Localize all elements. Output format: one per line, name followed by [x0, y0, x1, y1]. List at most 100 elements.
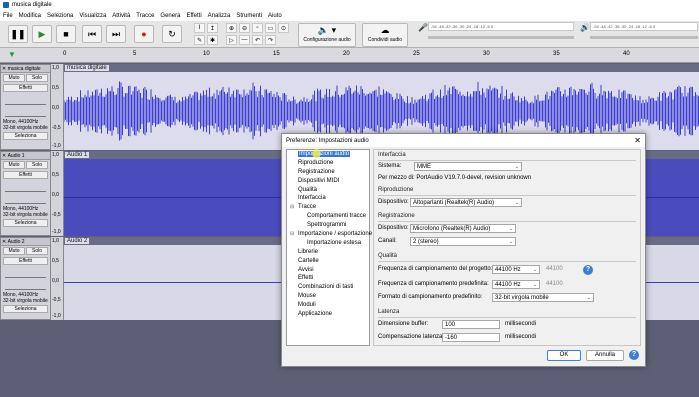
tree-item-quality[interactable]: Qualità: [298, 187, 317, 193]
tree-item-interface[interactable]: Interfaccia: [298, 195, 326, 201]
tree-item-import-export[interactable]: Importazione / esportazione: [298, 231, 372, 237]
ok-button[interactable]: OK: [547, 350, 581, 361]
skip-end-button[interactable]: ⏭: [106, 25, 126, 43]
stop-button[interactable]: ■: [56, 25, 76, 43]
tree-item-track-behaviors[interactable]: Comportamenti tracce: [307, 213, 366, 219]
effects-button[interactable]: Effetti: [3, 84, 48, 92]
playback-meter[interactable]: -54 -48 -42 -36 -30 -24 -18 -12 -6 0: [590, 22, 698, 31]
effects-button[interactable]: Effetti: [3, 171, 48, 179]
dialog-title-bar[interactable]: Preferenze: Impostazioni audio ✕: [282, 134, 645, 147]
buffer-input[interactable]: 100: [442, 320, 500, 329]
menu-help[interactable]: Aiuto: [268, 13, 282, 19]
solo-button[interactable]: Solo: [26, 247, 48, 255]
gain-slider[interactable]: [5, 182, 46, 192]
multi-tool-button[interactable]: ✱: [207, 35, 218, 45]
pan-slider[interactable]: [5, 194, 46, 204]
timeline-ruler[interactable]: ▼ 0 5 10 15 20 25 30 35 40: [0, 48, 699, 63]
envelope-tool-button[interactable]: ↥: [207, 23, 218, 33]
menu-effects[interactable]: Effetti: [186, 13, 201, 19]
track-header[interactable]: ✕ musica digitale: [1, 65, 50, 73]
undo-button[interactable]: ↶: [252, 35, 263, 45]
help-icon[interactable]: ?: [583, 265, 593, 275]
channels-select[interactable]: 2 (stereo) ⌄: [410, 237, 516, 246]
zoom-toggle-button[interactable]: ⊙: [278, 23, 289, 33]
collapse-icon[interactable]: ⊟: [290, 231, 294, 237]
record-button[interactable]: ●: [134, 25, 154, 43]
menu-edit[interactable]: Modifica: [19, 13, 41, 19]
redo-button[interactable]: ↷: [265, 35, 276, 45]
trim-button[interactable]: ▷: [226, 35, 237, 45]
clip-name[interactable]: Audio 2: [65, 238, 90, 244]
zoom-out-button[interactable]: ⊖: [239, 23, 250, 33]
select-button[interactable]: Seleziona: [3, 219, 48, 227]
pan-slider[interactable]: [5, 107, 46, 117]
playback-volume-slider[interactable]: [590, 36, 698, 39]
audio-setup-button[interactable]: 🔈 ▾ Configurazione audio: [298, 23, 356, 47]
cancel-button[interactable]: Annulla: [586, 350, 624, 361]
skip-start-button[interactable]: ⏮: [82, 25, 102, 43]
fit-selection-button[interactable]: ▫: [252, 23, 263, 33]
help-icon[interactable]: ?: [629, 350, 639, 360]
tree-item-midi-devices[interactable]: Dispositivi MIDI: [298, 178, 339, 184]
menu-file[interactable]: File: [3, 13, 13, 19]
draw-tool-button[interactable]: ✎: [194, 35, 205, 45]
menu-select[interactable]: Seleziona: [47, 13, 73, 19]
record-volume-slider[interactable]: [428, 36, 574, 39]
section-quality: Qualità: [378, 253, 398, 259]
tree-item-warnings[interactable]: Avvisi: [298, 267, 314, 273]
menu-view[interactable]: Visualizza: [79, 13, 106, 19]
mute-button[interactable]: Muto: [3, 74, 25, 82]
latency-comp-input[interactable]: -160: [442, 333, 500, 342]
tree-item-spectrograms[interactable]: Spettrogrammi: [307, 222, 346, 228]
solo-button[interactable]: Solo: [26, 161, 48, 169]
zoom-in-button[interactable]: ⊕: [226, 23, 237, 33]
tree-item-extended-import[interactable]: Importazione estesa: [307, 240, 361, 246]
tree-item-effects[interactable]: Effetti: [298, 275, 313, 281]
track-header[interactable]: ✕ Audio 1: [1, 152, 50, 160]
gain-slider[interactable]: [5, 95, 46, 105]
tree-item-directories[interactable]: Cartelle: [298, 258, 319, 264]
pan-slider[interactable]: [5, 280, 46, 290]
close-icon[interactable]: ✕: [634, 136, 641, 145]
recording-device-select[interactable]: Microfono (Realtek(R) Audio) ⌄: [410, 224, 516, 233]
preferences-tree[interactable]: Impostazioni audio Riproduzione Registra…: [286, 149, 372, 346]
mute-button[interactable]: Muto: [3, 247, 25, 255]
tree-item-mouse[interactable]: Mouse: [298, 293, 316, 299]
fit-project-button[interactable]: ▭: [265, 23, 276, 33]
menu-tracks[interactable]: Tracce: [136, 13, 154, 19]
clip-name[interactable]: musica digitale: [65, 65, 109, 71]
tree-item-libraries[interactable]: Librerie: [298, 249, 318, 255]
menu-analyze[interactable]: Analizza: [208, 13, 231, 19]
play-button[interactable]: ▶: [32, 25, 52, 43]
menu-tools[interactable]: Strumenti: [236, 13, 262, 19]
sample-format-select[interactable]: 32-bit virgola mobile ⌄: [492, 293, 594, 302]
record-meter[interactable]: -54 -48 -42 -36 -30 -24 -18 -12 -6 0: [428, 22, 574, 31]
host-select[interactable]: MME ⌄: [414, 162, 522, 171]
tree-item-keyboard[interactable]: Combinazioni di tasti: [298, 284, 353, 290]
silence-button[interactable]: —: [239, 35, 250, 45]
menu-generate[interactable]: Genera: [160, 13, 180, 19]
playback-device-select[interactable]: Altoparlanti (Realtek(R) Audio) ⌄: [410, 198, 522, 207]
collapse-icon[interactable]: ⊟: [290, 204, 294, 210]
default-rate-select[interactable]: 44100 Hz ⌄: [492, 280, 540, 289]
tree-item-application[interactable]: Applicazione: [298, 311, 332, 317]
tree-item-audio-settings[interactable]: Impostazioni audio: [298, 151, 351, 157]
track-header[interactable]: ✕ Audio 2: [1, 238, 50, 246]
tree-item-tracks[interactable]: Tracce: [298, 204, 316, 210]
gain-slider[interactable]: [5, 268, 46, 278]
mute-button[interactable]: Muto: [3, 161, 25, 169]
effects-button[interactable]: Effetti: [3, 257, 48, 265]
tree-item-playback[interactable]: Riproduzione: [298, 160, 333, 166]
clip-name[interactable]: Audio 1: [65, 152, 90, 158]
pause-button[interactable]: ❚❚: [8, 25, 28, 43]
solo-button[interactable]: Solo: [26, 74, 48, 82]
project-rate-select[interactable]: 44100 Hz ⌄: [492, 265, 540, 274]
share-audio-button[interactable]: ☁ Condividi audio: [362, 23, 408, 47]
loop-button[interactable]: ↻: [162, 25, 182, 43]
tree-item-recording[interactable]: Registrazione: [298, 169, 335, 175]
menu-transport[interactable]: Attività: [112, 13, 130, 19]
tree-item-modules[interactable]: Moduli: [298, 302, 316, 308]
select-button[interactable]: Seleziona: [3, 132, 48, 140]
selection-tool-button[interactable]: I: [194, 23, 205, 33]
select-button[interactable]: Seleziona: [3, 305, 48, 313]
